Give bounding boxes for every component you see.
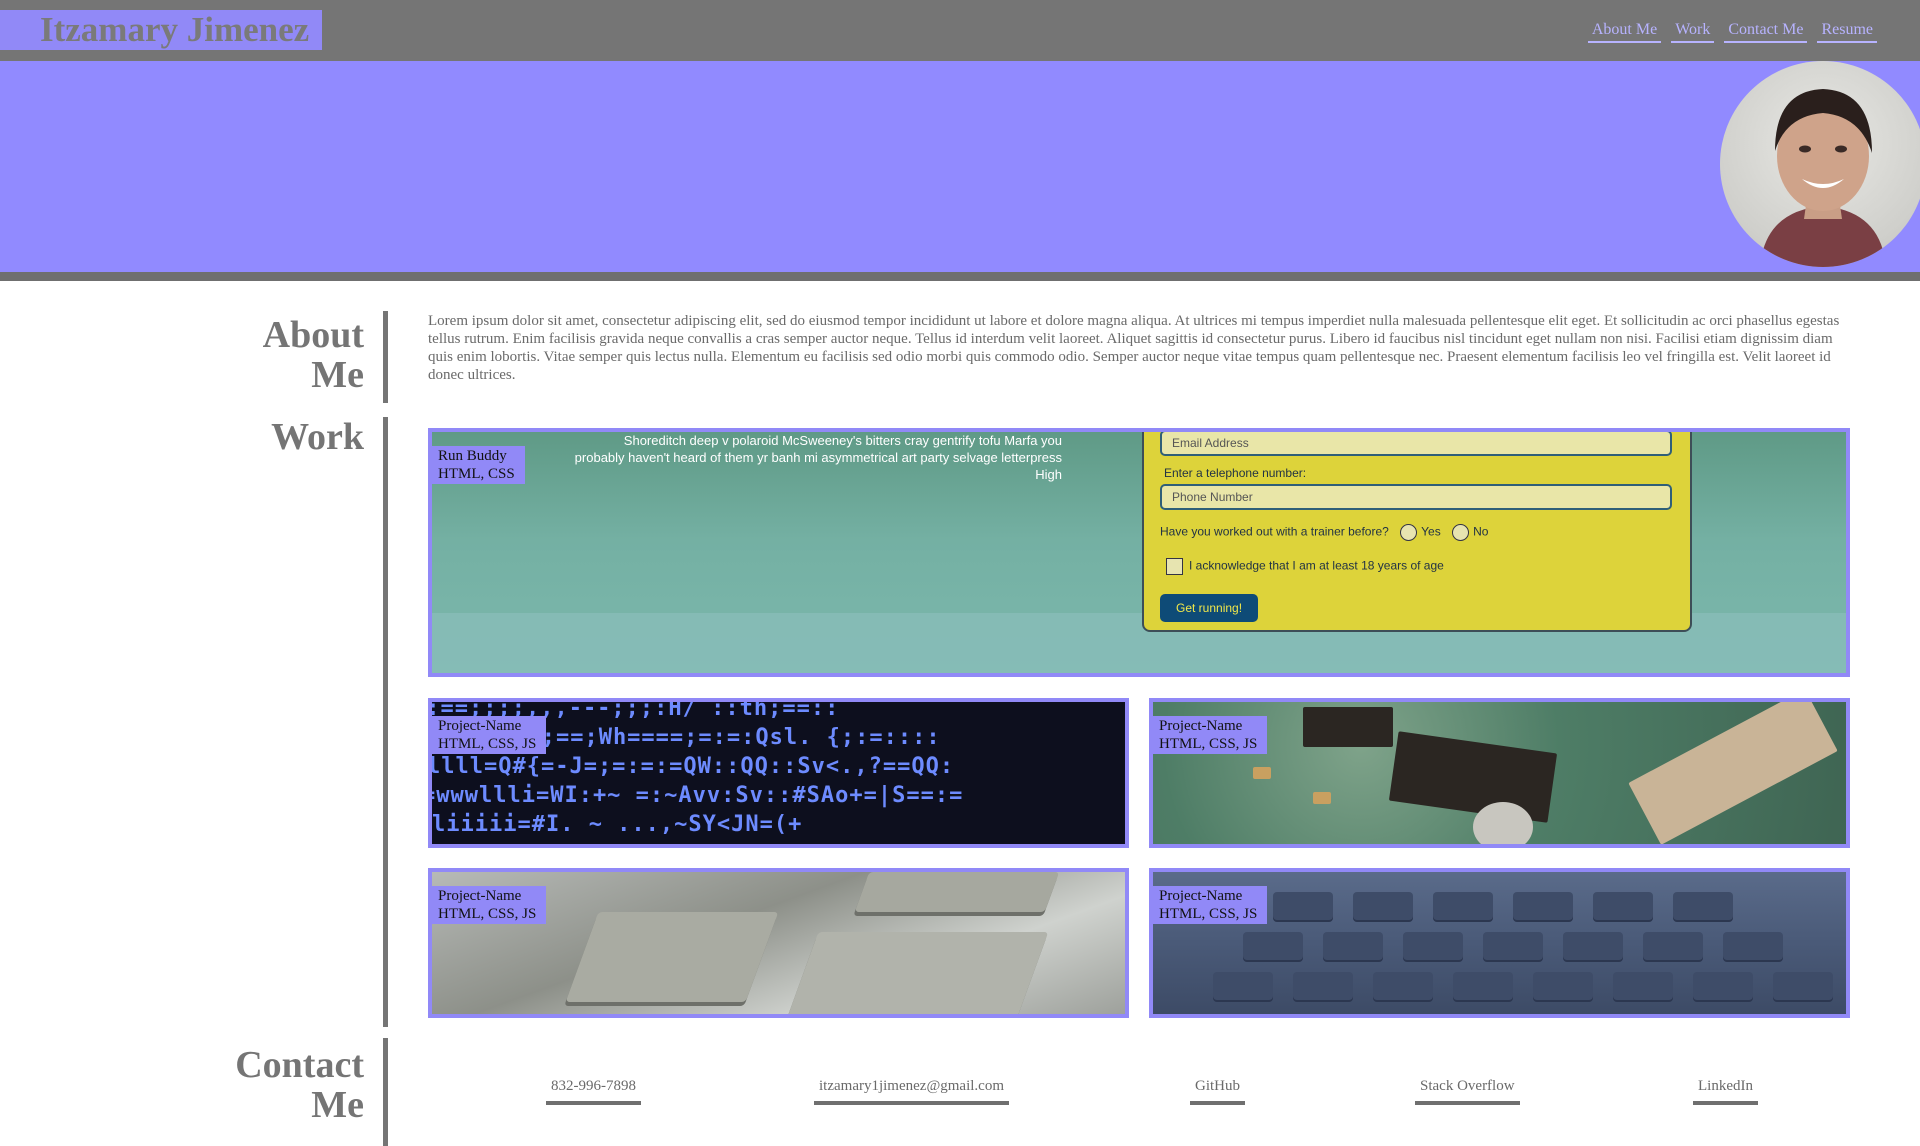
key-shape [565,912,779,1002]
key-shape [1593,892,1653,920]
key-shape [1773,972,1833,1000]
age-ack-text: I acknowledge that I am at least 18 year… [1189,558,1444,573]
key-shape [1373,972,1433,1000]
key-shape [1293,972,1353,1000]
contact-phone-link[interactable]: 832-996-7898 [546,1077,641,1105]
chip-shape [1388,731,1558,823]
project-tech: HTML, CSS, JS [1159,736,1258,752]
key-shape [1403,932,1463,960]
about-title: About Me [262,314,364,396]
project-tech: HTML, CSS, JS [438,736,537,752]
resistor-shape [1253,767,1271,779]
project-card-4[interactable]: Project-Name HTML, CSS, JS [1149,868,1850,1018]
code-line: =wwwllli=WI:+~ =:~Avv:Sv::#SAo+=|S==:= [432,783,964,808]
project-tech: HTML, CSS, JS [438,906,537,922]
nav-about-me[interactable]: About Me [1587,20,1662,43]
key-shape [1353,892,1413,920]
contact-stackoverflow-link[interactable]: Stack Overflow [1415,1077,1520,1105]
project-label: Project-Name HTML, CSS, JS [1153,886,1268,924]
contact-divider [383,1038,388,1146]
resistor-shape [1313,792,1331,804]
project-label: Project-Name HTML, CSS, JS [1153,716,1268,754]
project-name: Project-Name [1159,888,1243,904]
key-shape [854,872,1060,912]
radio-no-icon [1452,524,1470,541]
key-shape [1533,972,1593,1000]
project-card-featured[interactable]: Shoreditch deep v polaroid McSweeney's b… [428,428,1850,677]
code-line: llll=Q#{=-J=;=:=:=QW::QQ::Sv<.,?==QQ: [432,754,955,779]
key-shape [1613,972,1673,1000]
site-name[interactable]: Itzamary Jimenez [0,10,322,50]
project-card-3[interactable]: Project-Name HTML, CSS, JS [428,868,1129,1018]
screenshot-age-ack: I acknowledge that I am at least 18 year… [1166,558,1444,575]
screenshot-trainer-question: Have you worked out with a trainer befor… [1160,524,1488,541]
project-name: Project-Name [438,888,522,904]
screenshot-email-field: Email Address [1160,432,1672,456]
nav-contact-me[interactable]: Contact Me [1724,20,1808,43]
key-shape [1673,892,1733,920]
project-tech: HTML, CSS, JS [1159,906,1258,922]
key-shape [1453,972,1513,1000]
screenshot-form: Email Address Enter a telephone number: … [1142,432,1692,632]
project-card-1[interactable]: -:==;;;;,,,---;;;:H/ ::th;==:: vnll::=;=… [428,698,1129,848]
screenshot-phone-field: Phone Number [1160,484,1672,510]
project-name: Project-Name [438,718,522,734]
nav-work[interactable]: Work [1671,20,1715,43]
radio-yes-label: Yes [1421,524,1441,539]
contact-email-link[interactable]: itzamary1jimenez@gmail.com [814,1077,1009,1105]
key-shape [1643,932,1703,960]
key-shape [785,932,1049,1014]
key-shape [1433,892,1493,920]
project-label: Project-Name HTML, CSS, JS [432,716,547,754]
project-label: Run Buddy HTML, CSS [432,446,525,484]
code-line: liiiii=#I. ~ ...,~SY<JN=(+ [432,812,803,837]
hero-divider [0,272,1920,281]
key-shape [1723,932,1783,960]
avatar [1720,61,1920,267]
work-title: Work [271,416,364,458]
checkbox-icon [1166,558,1183,575]
key-shape [1483,932,1543,960]
connector-shape [1628,702,1838,844]
project-label: Project-Name HTML, CSS, JS [432,886,547,924]
key-shape [1513,892,1573,920]
hero-banner [0,61,1920,272]
work-divider [383,417,388,1027]
screenshot-phone-label: Enter a telephone number: [1164,466,1307,480]
radio-yes-icon [1400,524,1418,541]
screenshot-get-running-button: Get running! [1160,594,1259,622]
profile-photo-icon [1760,89,1886,267]
about-divider [383,311,388,403]
project-name: Run Buddy [438,448,507,464]
about-text: Lorem ipsum dolor sit amet, consectetur … [428,313,1840,383]
project-tech: HTML, CSS [438,466,515,482]
trainer-question-text: Have you worked out with a trainer befor… [1160,524,1389,539]
contact-linkedin-link[interactable]: LinkedIn [1693,1077,1758,1105]
radio-no-label: No [1473,524,1489,539]
screenshot-tagline: Shoreditch deep v polaroid McSweeney's b… [574,433,1062,482]
key-shape [1213,972,1273,1000]
chip-shape [1303,707,1393,747]
main-nav: About Me Work Contact Me Resume [1587,20,1877,43]
key-shape [1243,932,1303,960]
project-card-2[interactable]: Project-Name HTML, CSS, JS [1149,698,1850,848]
project-name: Project-Name [1159,718,1243,734]
contact-title: Contact Me [235,1044,364,1126]
capacitor-shape [1473,802,1533,844]
key-shape [1323,932,1383,960]
key-shape [1273,892,1333,920]
key-shape [1693,972,1753,1000]
project-screenshot: Shoreditch deep v polaroid McSweeney's b… [432,432,1846,673]
nav-resume[interactable]: Resume [1817,20,1877,43]
contact-github-link[interactable]: GitHub [1190,1077,1245,1105]
key-shape [1563,932,1623,960]
